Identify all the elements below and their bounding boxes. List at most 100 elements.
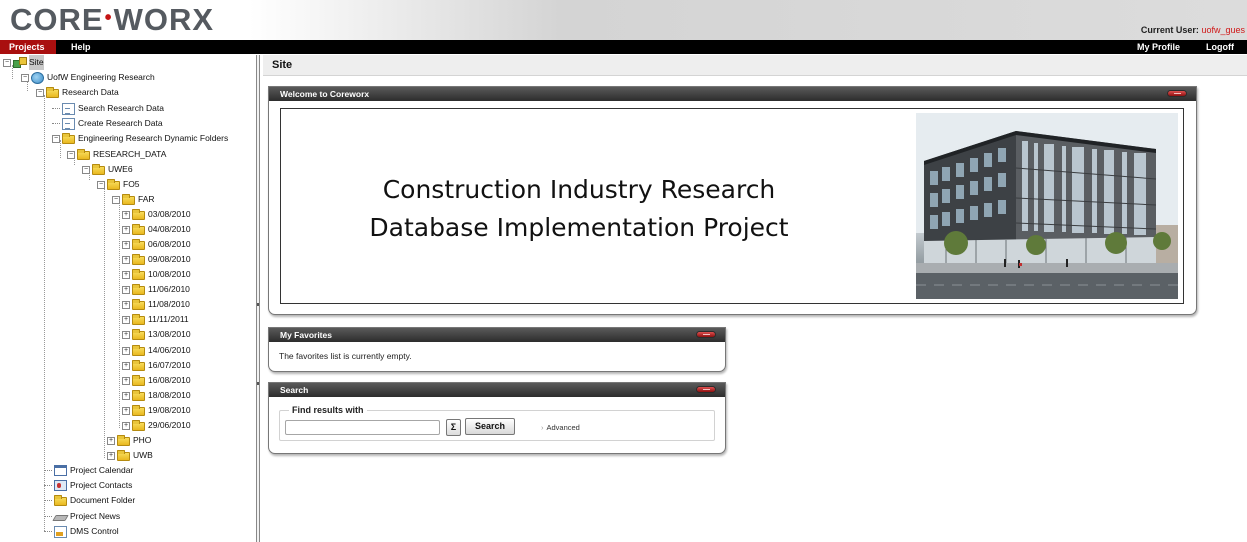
expand-icon[interactable]: + xyxy=(122,406,130,415)
sigma-button[interactable]: Σ xyxy=(446,419,461,436)
expand-icon[interactable]: + xyxy=(122,225,130,234)
menu-my-profile[interactable]: My Profile xyxy=(1137,40,1180,54)
panel-title: Search xyxy=(280,385,309,395)
expand-icon[interactable]: + xyxy=(122,391,130,400)
create-document-icon xyxy=(62,117,75,130)
expand-icon[interactable]: + xyxy=(122,346,130,355)
expand-icon[interactable]: + xyxy=(122,376,130,385)
expand-icon[interactable]: + xyxy=(122,421,130,430)
tree-node-date[interactable]: +13/08/2010 xyxy=(122,327,191,342)
tree-node-uwb[interactable]: + UWB xyxy=(107,448,153,463)
tree-connector xyxy=(44,531,52,532)
advanced-search-link[interactable]: Advanced xyxy=(541,423,580,432)
tree-node-research-data-folder[interactable]: − RESEARCH_DATA xyxy=(67,147,166,162)
folder-icon xyxy=(77,148,90,160)
tree-node-dynamic-folders[interactable]: − Engineering Research Dynamic Folders xyxy=(52,131,228,146)
collapse-panel-icon[interactable] xyxy=(1167,90,1187,97)
tree-node-date[interactable]: +06/08/2010 xyxy=(122,237,191,252)
expand-icon[interactable]: + xyxy=(122,240,130,249)
collapse-panel-icon[interactable] xyxy=(696,386,716,393)
collapse-panel-icon[interactable] xyxy=(696,331,716,338)
news-icon xyxy=(52,515,69,521)
tree-label: 19/08/2010 xyxy=(148,405,191,415)
pane-splitter[interactable] xyxy=(256,55,260,542)
expand-icon[interactable]: + xyxy=(122,315,130,324)
collapse-icon[interactable]: − xyxy=(112,195,120,204)
tree-node-date[interactable]: +16/07/2010 xyxy=(122,358,191,373)
tree-node-date[interactable]: +03/08/2010 xyxy=(122,207,191,222)
tree-node-date[interactable]: +11/06/2010 xyxy=(122,282,190,297)
tree-node-date[interactable]: +11/08/2010 xyxy=(122,297,190,312)
tree-node-date[interactable]: +16/08/2010 xyxy=(122,373,191,388)
tree-node-project-calendar[interactable]: Project Calendar xyxy=(44,463,133,478)
collapse-icon[interactable]: − xyxy=(67,150,75,159)
project-globe-icon xyxy=(31,71,44,84)
logo-right: WORX xyxy=(113,2,215,37)
welcome-line-2: Database Implementation Project xyxy=(369,213,789,242)
tree-node-project-news[interactable]: Project News xyxy=(44,509,120,524)
collapse-icon[interactable]: − xyxy=(97,180,105,189)
tree-node-date[interactable]: +09/08/2010 xyxy=(122,252,191,267)
expand-icon[interactable]: + xyxy=(122,330,130,339)
search-input[interactable] xyxy=(285,420,440,435)
tree-connector xyxy=(52,108,60,109)
menu-projects[interactable]: Projects xyxy=(0,40,56,54)
collapse-icon[interactable]: − xyxy=(21,73,29,82)
collapse-icon[interactable]: − xyxy=(52,134,60,143)
tree-node-date[interactable]: +18/08/2010 xyxy=(122,388,191,403)
tree-node-date[interactable]: +04/08/2010 xyxy=(122,222,191,237)
tree-node-research-data[interactable]: − Research Data xyxy=(36,85,119,100)
expand-icon[interactable]: + xyxy=(107,451,115,460)
search-panel: Search Find results with Σ Search Advanc… xyxy=(268,382,726,454)
logo-dot: • xyxy=(104,7,113,29)
tree-node-site[interactable]: − Site xyxy=(3,55,44,70)
menu-logoff[interactable]: Logoff xyxy=(1206,40,1234,54)
tree-label: 14/06/2010 xyxy=(148,345,191,355)
tree-label: FO5 xyxy=(123,179,140,189)
folder-icon xyxy=(132,268,145,280)
folder-icon xyxy=(54,494,67,506)
folder-icon xyxy=(46,86,59,98)
expand-icon[interactable]: + xyxy=(122,270,130,279)
menu-help[interactable]: Help xyxy=(71,40,91,54)
tree-label: DMS Control xyxy=(70,526,119,536)
tree-node-pho[interactable]: + PHO xyxy=(107,433,151,448)
tree-node-dms-control[interactable]: DMS Control xyxy=(44,524,119,539)
expand-icon[interactable]: + xyxy=(122,255,130,264)
collapse-icon[interactable]: − xyxy=(3,58,11,67)
tree-node-fo5[interactable]: − FO5 xyxy=(97,177,140,192)
welcome-panel: Welcome to Coreworx Construction Industr… xyxy=(268,86,1197,315)
tree-label: UWE6 xyxy=(108,164,133,174)
tree-node-project-contacts[interactable]: Project Contacts xyxy=(44,478,132,493)
folder-icon xyxy=(117,434,130,446)
tree-node-date[interactable]: +10/08/2010 xyxy=(122,267,191,282)
contacts-icon xyxy=(54,480,67,491)
search-document-icon xyxy=(62,102,75,115)
search-button[interactable]: Search xyxy=(465,418,515,435)
folder-icon xyxy=(122,193,135,205)
tree-node-far[interactable]: − FAR xyxy=(112,192,155,207)
folder-icon xyxy=(132,328,145,340)
tree-label: 16/08/2010 xyxy=(148,375,191,385)
tree-node-uwe6[interactable]: − UWE6 xyxy=(82,162,133,177)
folder-icon xyxy=(132,313,145,325)
expand-icon[interactable]: + xyxy=(107,436,115,445)
expand-icon[interactable]: + xyxy=(122,300,130,309)
tree-node-date[interactable]: +29/06/2010 xyxy=(122,418,191,433)
tree-node-project[interactable]: − UofW Engineering Research xyxy=(21,70,155,85)
collapse-icon[interactable]: − xyxy=(36,88,44,97)
tree-label: UofW Engineering Research xyxy=(47,72,155,82)
expand-icon[interactable]: + xyxy=(122,361,130,370)
welcome-heading: Construction Industry Research Database … xyxy=(309,171,849,247)
tree-node-document-folder[interactable]: Document Folder xyxy=(44,493,135,508)
tree-label: Search Research Data xyxy=(78,103,164,113)
tree-node-date[interactable]: +11/11/2011 xyxy=(122,312,189,327)
tree-node-date[interactable]: +19/08/2010 xyxy=(122,403,191,418)
collapse-icon[interactable]: − xyxy=(82,165,90,174)
expand-icon[interactable]: + xyxy=(122,210,130,219)
tree-node-create-research-data[interactable]: Create Research Data xyxy=(52,116,163,131)
tree-node-date[interactable]: +14/06/2010 xyxy=(122,343,191,358)
tree-node-search-research-data[interactable]: Search Research Data xyxy=(52,101,164,116)
expand-icon[interactable]: + xyxy=(122,285,130,294)
logo-left: CORE xyxy=(10,2,104,37)
